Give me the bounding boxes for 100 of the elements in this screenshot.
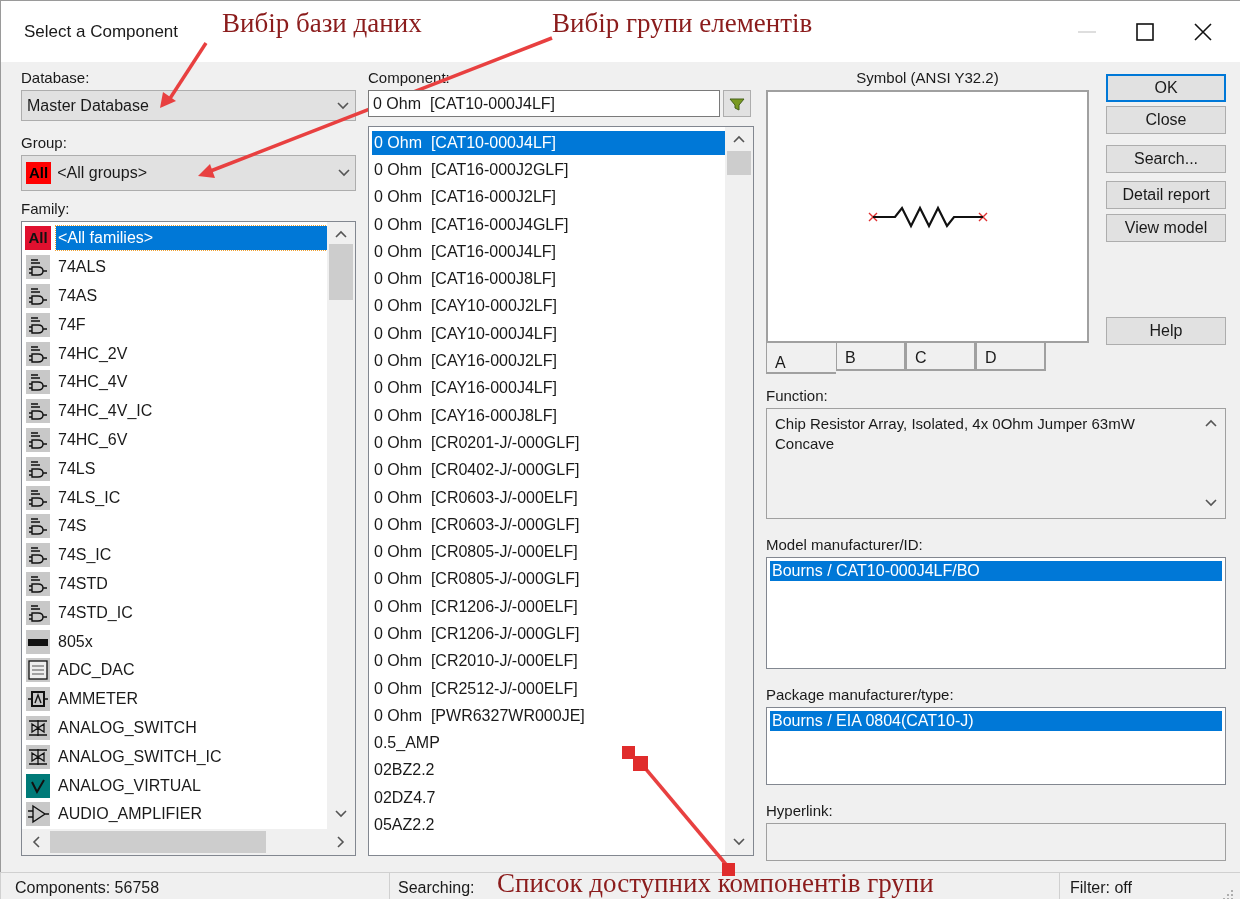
family-item[interactable]: 74S_IC [56,543,114,568]
dialog-button[interactable]: OK [1106,74,1226,102]
family-item[interactable]: ADC_DAC [56,658,137,683]
field-label: Database: [21,68,91,88]
component-item[interactable]: 0 Ohm [CAT16-000J4GLF] [372,212,571,237]
component-item[interactable]: 0 Ohm [CAT10-000J4LF] [372,130,725,155]
family-item[interactable]: 74S [56,514,89,539]
family-item[interactable]: ANALOG_VIRTUAL [56,773,203,798]
dropdown-value: Master Database [27,95,149,116]
field-label: Group: [21,133,68,153]
component-item[interactable]: 05AZ2.2 [372,813,437,838]
component-item[interactable]: 0 Ohm [CAT16-000J8LF] [372,267,558,292]
chip-icon [26,629,50,654]
family-item[interactable]: 74ALS [56,255,109,280]
filter-icon [729,96,745,111]
family-item[interactable]: 74AS [56,284,100,308]
component-item[interactable]: 0 Ohm [CR2010-J/-000ELF] [372,649,580,674]
gate-icon [26,399,50,424]
group-dropdown[interactable]: All <All groups> [21,155,356,191]
annotation-text: Список доступних компонентів групи [497,868,934,898]
component-item[interactable]: 0 Ohm [CR2512-J/-000ELF] [372,676,580,701]
component-item[interactable]: 0 Ohm [CAT16-000J2GLF] [372,157,571,182]
dropdown-value: <All groups> [57,163,148,183]
meter-icon [26,687,50,712]
dialog-button[interactable]: Detail report [1106,181,1226,209]
amplifier-icon [26,802,50,827]
component-item[interactable]: 0 Ohm [CR1206-J/-000ELF] [372,594,580,619]
component-item[interactable]: 0 Ohm [CAY10-000J2LF] [372,294,559,319]
component-item[interactable]: 0 Ohm [CAY16-000J4LF] [372,376,559,401]
family-item[interactable]: 74HC_6V [56,427,130,452]
horizontal-scrollbar[interactable] [22,828,355,855]
scrollbar-thumb[interactable] [727,151,751,175]
family-item[interactable]: 74HC_2V [56,341,130,366]
virtual-icon [26,773,50,798]
field-label: Hyperlink: [766,801,834,821]
gate-icon [26,485,50,510]
component-item[interactable]: 0 Ohm [CAT16-000J2LF] [372,185,558,210]
scrollbar-thumb[interactable] [329,244,353,300]
vertical-scrollbar[interactable] [327,222,355,829]
field-label: Function: [766,386,829,406]
component-item[interactable]: 0 Ohm [CAY16-000J8LF] [372,403,559,428]
list-item[interactable]: Bourns / CAT10-000J4LF/BO [770,561,1222,581]
component-item[interactable]: 0 Ohm [CR0603-J/-000GLF] [372,512,582,537]
component-item[interactable]: 0 Ohm [CR0201-J/-000GLF] [372,430,582,455]
family-item[interactable]: AMMETER [56,687,140,712]
dialog-button[interactable]: Close [1106,106,1226,134]
component-item[interactable]: 0 Ohm [CR0805-J/-000ELF] [372,540,580,565]
function-text: Chip Resistor Array, Isolated, 4x 0Ohm Jumper 63mW Concave [774,414,1136,454]
family-item[interactable]: 74LS [56,456,98,481]
gate-icon [26,427,50,452]
dialog-button[interactable]: Help [1106,317,1226,345]
dialog-button[interactable]: View model [1106,214,1226,242]
field-label: Component: [368,68,451,88]
component-item[interactable]: 0.5_AMP [372,731,442,756]
component-item[interactable]: 0 Ohm [CAY10-000J4LF] [372,321,559,346]
symbol-title: Symbol (ANSI Y32.2) [855,68,1000,88]
dialog-button[interactable]: Search... [1106,145,1226,173]
filter-button[interactable] [723,90,751,117]
gate-icon [26,514,50,539]
vertical-scrollbar[interactable] [725,127,753,855]
family-item[interactable]: 74HC_4V_IC [56,399,155,424]
family-item[interactable]: 74STD_IC [56,600,135,625]
all-badge: All [25,226,51,251]
component-item[interactable]: 02DZ4.7 [372,785,438,810]
symbol-tab[interactable]: C [906,343,976,371]
component-field[interactable]: 0 Ohm [CAT10-000J4LF] [368,90,720,117]
gate-icon [26,370,50,395]
component-item[interactable]: 0 Ohm [CAY16-000J2LF] [372,349,559,373]
switch-icon [26,744,50,769]
component-item[interactable]: 0 Ohm [CR1206-J/-000GLF] [372,622,582,646]
family-item[interactable]: ANALOG_SWITCH_IC [56,744,224,769]
symbol-tab[interactable]: B [836,343,906,371]
family-item[interactable]: 74STD [56,571,110,596]
family-item[interactable]: AUDIO_AMPLIFIER [56,802,205,827]
gate-icon [26,571,50,596]
resize-grip-icon[interactable] [1222,888,1234,899]
component-item[interactable]: 0 Ohm [CAT16-000J4LF] [372,239,558,264]
family-item[interactable]: 74HC_4V [56,370,130,395]
symbol-tab[interactable]: A [766,343,836,374]
list-item[interactable]: Bourns / EIA 0804(CAT10-J) [770,711,1222,731]
family-item[interactable]: 74LS_IC [56,485,123,510]
component-item[interactable]: 0 Ohm [CR0402-J/-000GLF] [372,458,582,483]
family-item[interactable]: <All families> [56,226,327,251]
component-item[interactable]: 0 Ohm [PWR6327WR000JE] [372,703,587,728]
family-item[interactable]: ANALOG_SWITCH [56,715,199,740]
hyperlink-field[interactable] [766,823,1226,861]
component-item[interactable]: 02BZ2.2 [372,758,437,783]
family-item[interactable]: 74F [56,312,88,337]
scrollbar-thumb[interactable] [50,830,266,853]
component-item[interactable]: 0 Ohm [CR0805-J/-000GLF] [372,567,582,592]
status-text: Components: 56758 [14,878,161,899]
field-label: Model manufacturer/ID: [766,535,924,555]
switch-icon [26,715,50,740]
family-item[interactable]: 805x [56,629,95,654]
field-label: Family: [21,199,71,219]
gate-icon [26,456,50,481]
symbol-tab[interactable]: D [976,343,1046,371]
gate-icon [26,312,50,337]
database-dropdown[interactable]: Master Database [21,90,356,121]
component-item[interactable]: 0 Ohm [CR0603-J/-000ELF] [372,485,580,510]
